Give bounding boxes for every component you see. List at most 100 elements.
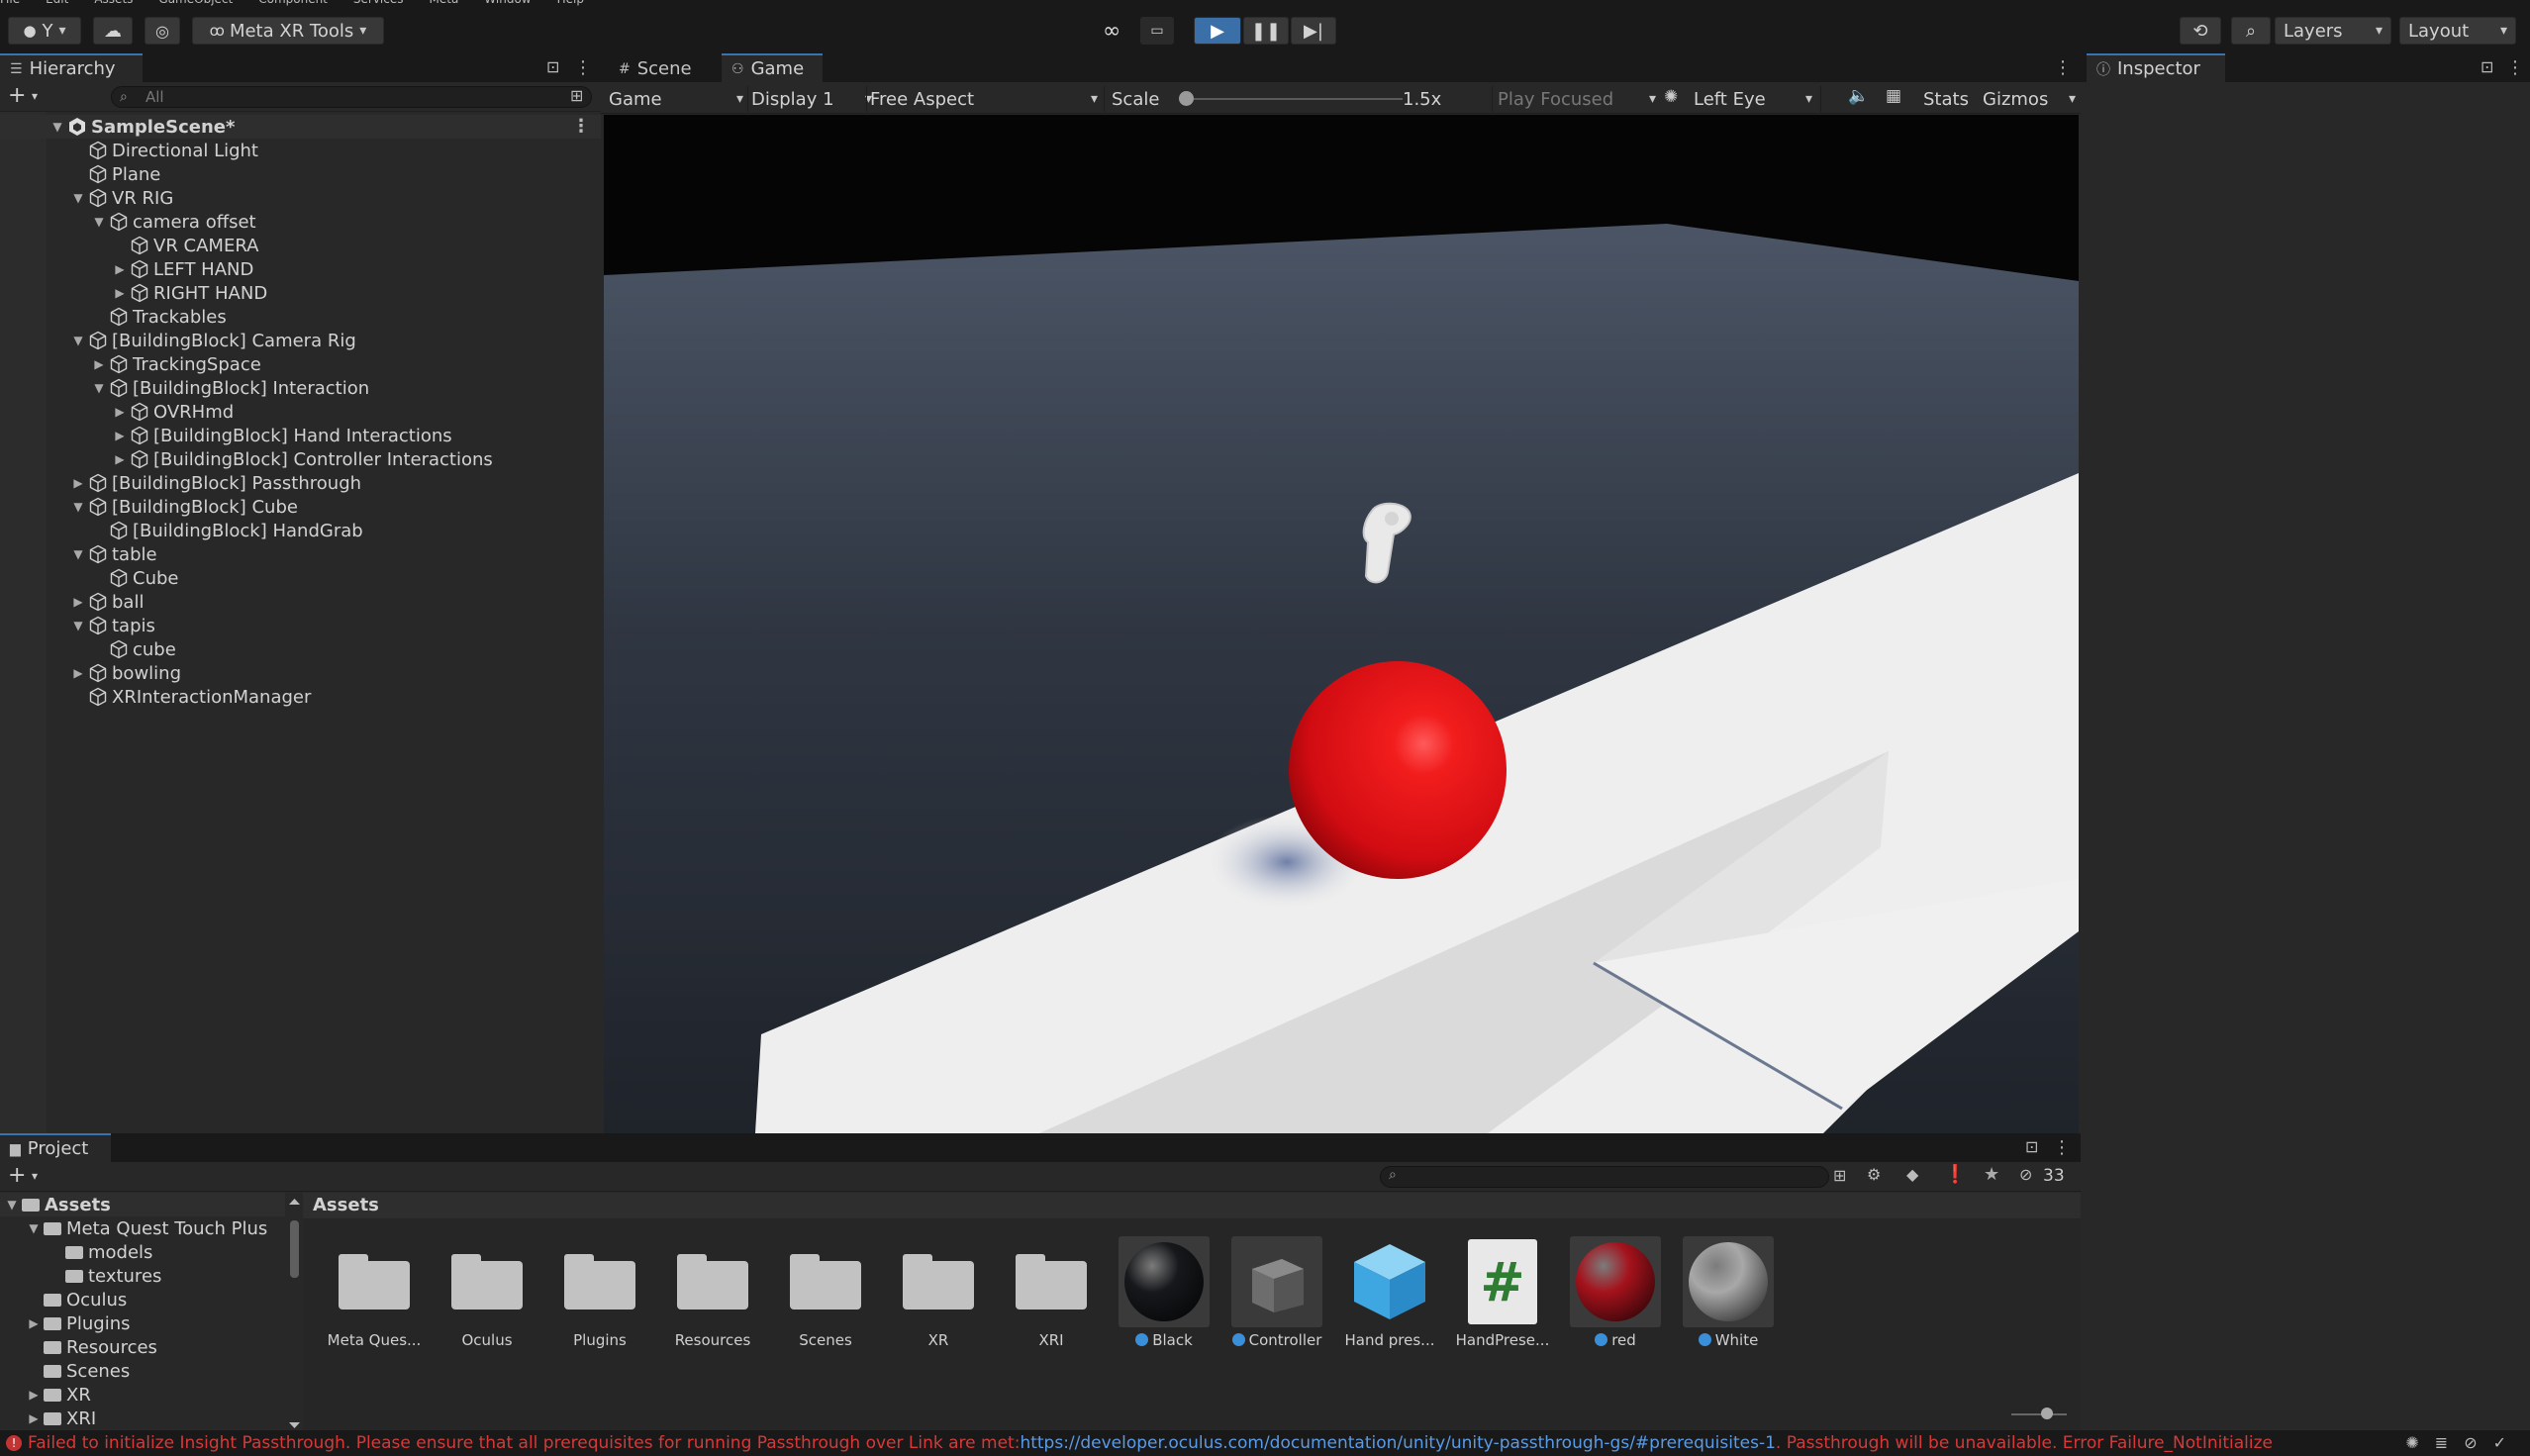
meta-xr-tools-dropdown[interactable]: ꝏ Meta XR Tools — [192, 17, 384, 45]
project-tree-item[interactable]: ▶ XR — [0, 1383, 285, 1407]
thumbnail-size-slider[interactable] — [2011, 1407, 2067, 1419]
expanded-arrow-icon[interactable]: ▼ — [91, 215, 107, 229]
collapsed-arrow-icon[interactable]: ▶ — [112, 429, 128, 442]
collapsed-arrow-icon[interactable]: ▶ — [112, 452, 128, 466]
collapsed-arrow-icon[interactable]: ▶ — [112, 405, 128, 419]
project-tree-item[interactable]: ▼ Assets — [0, 1193, 285, 1216]
bug-icon[interactable]: ✺ — [1664, 87, 1678, 107]
hierarchy-item[interactable]: VR CAMERA — [0, 234, 601, 257]
hierarchy-item[interactable]: ▶ RIGHT HAND — [0, 281, 601, 305]
asset-item[interactable]: red — [1566, 1236, 1665, 1349]
search-button[interactable]: ⌕ — [2231, 17, 2271, 45]
play-focused-dropdown[interactable]: Play Focused — [1498, 87, 1656, 111]
thumbnail-size-slider-knob[interactable] — [2041, 1407, 2053, 1419]
expanded-arrow-icon[interactable]: ▼ — [26, 1221, 42, 1235]
vsync-icon[interactable]: ▦ — [1886, 86, 1901, 106]
collapsed-arrow-icon[interactable]: ▶ — [70, 595, 86, 609]
scale-slider-knob[interactable] — [1179, 91, 1194, 106]
expanded-arrow-icon[interactable]: ▼ — [70, 334, 86, 347]
project-tree-item[interactable]: ▼ Meta Quest Touch Plus — [0, 1216, 285, 1240]
hierarchy-item[interactable]: XRInteractionManager — [0, 685, 601, 709]
create-add-icon[interactable]: + — [8, 83, 26, 108]
hierarchy-item[interactable]: ▼ camera offset — [0, 210, 601, 234]
asset-item[interactable]: Oculus — [438, 1236, 536, 1349]
meta-quest-link-icon[interactable]: ∞ — [1103, 19, 1120, 44]
hierarchy-item[interactable]: ▶ bowling — [0, 661, 601, 685]
scene-row[interactable]: ▼ SampleScene* ⋮ — [0, 115, 601, 139]
collapsed-arrow-icon[interactable]: ▶ — [70, 476, 86, 490]
hierarchy-item[interactable]: ▶ [BuildingBlock] Controller Interactions — [0, 447, 601, 471]
hierarchy-item[interactable]: Directional Light — [0, 139, 601, 162]
account-dropdown[interactable]: ● Y — [8, 17, 81, 45]
collapsed-arrow-icon[interactable]: ▶ — [70, 666, 86, 680]
asset-item[interactable]: Plugins — [550, 1236, 649, 1349]
project-tree-item[interactable]: Scenes — [0, 1359, 285, 1383]
expanded-arrow-icon[interactable]: ▼ — [4, 1198, 20, 1212]
project-tree-item[interactable]: ▶ Plugins — [0, 1311, 285, 1335]
expanded-arrow-icon[interactable]: ▼ — [70, 191, 86, 205]
mute-audio-icon[interactable]: 🔈 — [1848, 86, 1869, 106]
hierarchy-search-input[interactable]: ⌕ All — [111, 86, 592, 108]
lock-icon[interactable]: ⊡ — [546, 57, 559, 76]
tab-game[interactable]: ⚇ Game — [722, 53, 823, 82]
favorite-star-icon[interactable]: ★ — [1984, 1164, 1999, 1185]
project-tree-item[interactable]: textures — [0, 1264, 285, 1288]
play-button[interactable]: ▶ — [1194, 17, 1241, 45]
layers-status-icon[interactable]: ≣ — [2435, 1433, 2464, 1452]
hierarchy-item[interactable]: ▶ OVRHmd — [0, 400, 601, 424]
expanded-arrow-icon[interactable]: ▼ — [91, 381, 107, 395]
check-icon[interactable]: ✓ — [2493, 1433, 2522, 1452]
hierarchy-item[interactable]: ▶ TrackingSpace — [0, 352, 601, 376]
collapsed-arrow-icon[interactable]: ▶ — [112, 286, 128, 300]
stats-toggle[interactable]: Stats — [1923, 87, 1969, 111]
search-by-type-icon[interactable]: ⊞ — [1833, 1166, 1846, 1185]
simulator-button[interactable]: ▭ — [1140, 17, 1174, 45]
hierarchy-item[interactable]: ▶ [BuildingBlock] Hand Interactions — [0, 424, 601, 447]
scene-menu-icon[interactable]: ⋮ — [572, 116, 590, 137]
aspect-dropdown[interactable]: Free Aspect — [870, 87, 1098, 111]
expand-arrow-icon[interactable]: ▼ — [49, 120, 65, 134]
console-status-bar[interactable]: ! Failed to initialize Insight Passthrou… — [0, 1430, 2530, 1456]
red-ball[interactable] — [1289, 661, 1507, 879]
debug-icon[interactable]: ✺ — [2405, 1433, 2434, 1452]
hierarchy-item[interactable]: ▶ LEFT HAND — [0, 257, 601, 281]
filter-label-icon[interactable]: ◆ — [1906, 1165, 1918, 1184]
asset-item[interactable]: Scenes — [776, 1236, 875, 1349]
menu-item-file[interactable]: File — [0, 0, 20, 6]
display-dropdown[interactable]: Display 1 — [751, 87, 872, 111]
collapsed-arrow-icon[interactable]: ▶ — [26, 1316, 42, 1330]
expanded-arrow-icon[interactable]: ▼ — [70, 619, 86, 632]
hierarchy-item[interactable]: Plane — [0, 162, 601, 186]
tab-scene[interactable]: # Scene — [609, 53, 720, 82]
lock-icon[interactable]: ⊡ — [2481, 57, 2493, 76]
collapsed-arrow-icon[interactable]: ▶ — [26, 1411, 42, 1425]
game-viewport[interactable] — [604, 115, 2079, 1133]
project-tree-item[interactable]: ▶ XRI — [0, 1407, 285, 1430]
asset-item[interactable]: Black — [1115, 1236, 1214, 1349]
layers-dropdown[interactable]: Layers — [2275, 17, 2391, 45]
hidden-packages-icon[interactable]: ⊘ — [2019, 1165, 2032, 1184]
scale-slider[interactable] — [1179, 91, 1403, 106]
asset-item[interactable]: XR — [889, 1236, 988, 1349]
hierarchy-menu-icon[interactable]: ⋮ — [574, 57, 592, 78]
inspector-menu-icon[interactable]: ⋮ — [2506, 57, 2524, 78]
tab-inspector[interactable]: ⓘ Inspector — [2087, 53, 2225, 82]
menu-item-help[interactable]: Help — [557, 0, 584, 6]
asset-item[interactable]: Controller — [1227, 1236, 1326, 1349]
asset-item[interactable]: XRI — [1002, 1236, 1101, 1349]
pause-button[interactable]: ❚❚ — [1243, 17, 1289, 45]
menu-item-meta[interactable]: Meta — [430, 0, 459, 6]
filter-type-icon[interactable]: ⚙ — [1867, 1165, 1881, 1184]
project-tree-item[interactable]: models — [0, 1240, 285, 1264]
mode-dropdown[interactable]: Game — [609, 87, 743, 111]
hierarchy-item[interactable]: Cube — [0, 566, 601, 590]
menu-item-assets[interactable]: Assets — [94, 0, 133, 6]
hierarchy-item[interactable]: ▼ [BuildingBlock] Cube — [0, 495, 601, 519]
hierarchy-item[interactable]: Trackables — [0, 305, 601, 329]
filter-log-icon[interactable]: ❗ — [1944, 1164, 1966, 1185]
cloud-button[interactable]: ☁ — [93, 17, 133, 45]
hierarchy-item[interactable]: ▼ [BuildingBlock] Interaction — [0, 376, 601, 400]
menu-item-services[interactable]: Services — [353, 0, 404, 6]
hierarchy-item[interactable]: ▶ [BuildingBlock] Passthrough — [0, 471, 601, 495]
hierarchy-item[interactable]: ▶ ball — [0, 590, 601, 614]
